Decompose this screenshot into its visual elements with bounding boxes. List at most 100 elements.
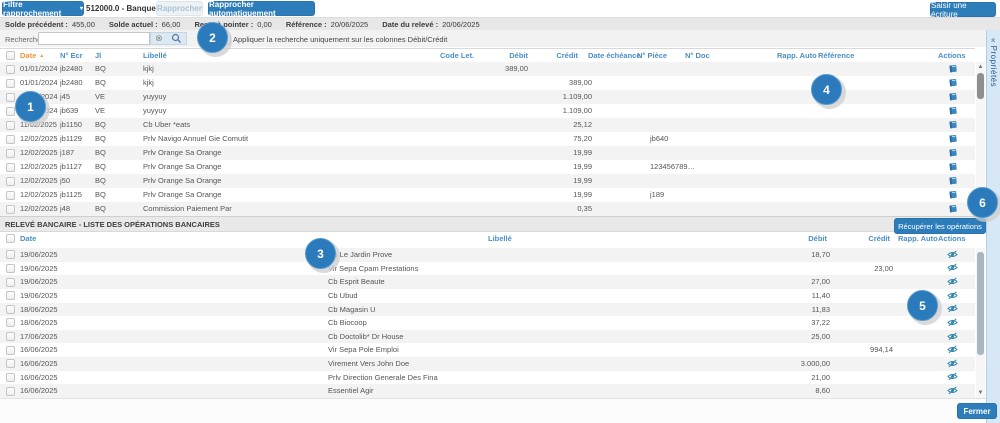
auto-match-button[interactable]: Rapprocher automatiquement xyxy=(208,1,315,16)
cell: jb2480 xyxy=(60,76,94,90)
column-header-date[interactable]: Date xyxy=(20,234,36,243)
cell: Prlv Navigo Annuel Gie Comutit xyxy=(143,132,433,146)
filter-reconciliation-label: Filtre rapprochement xyxy=(3,0,77,18)
row-checkbox[interactable] xyxy=(6,291,15,300)
row-checkbox[interactable] xyxy=(6,79,15,88)
row-checkbox[interactable] xyxy=(6,205,15,214)
row-checkbox[interactable] xyxy=(6,65,15,74)
close-button[interactable]: Fermer xyxy=(957,403,997,419)
row-checkbox[interactable] xyxy=(6,177,15,186)
stat-item: Date du relevé :20/06/2025 xyxy=(382,20,479,29)
cell: 25,12 xyxy=(530,118,592,132)
table-row[interactable]: 19/06/2025Cb Le Jardin Prove18,70 xyxy=(0,248,975,262)
view-entry-icon[interactable] xyxy=(948,204,958,216)
cell: VE xyxy=(95,104,119,118)
column-header-jl[interactable]: Jl xyxy=(95,51,101,60)
column-header-rapp-auto[interactable]: Rapp. Auto xyxy=(898,234,938,243)
row-checkbox[interactable] xyxy=(6,332,15,341)
cell: BQ xyxy=(95,146,119,160)
table-row[interactable]: 12/02/2025j187BQPrlv Orange Sa Orange19,… xyxy=(0,146,975,160)
cell: 18/06/2025 xyxy=(20,303,80,317)
table-row[interactable]: 19/06/2025Vir Sepa Cpam Prestations23,00 xyxy=(0,262,975,276)
cell: 27,00 xyxy=(770,275,830,289)
row-checkbox[interactable] xyxy=(6,373,15,382)
entries-scrollbar-thumb[interactable] xyxy=(977,73,984,99)
row-checkbox[interactable] xyxy=(6,387,15,396)
column-header-actions[interactable]: Actions xyxy=(938,234,966,243)
cell: 19/06/2025 xyxy=(20,262,80,276)
sort-asc-icon: ▲ xyxy=(39,53,44,59)
bank-reconciliation-window: Filtre rapprochement ▾ 512000.0 - Banque… xyxy=(0,0,1000,423)
fetch-operations-button[interactable]: Récupérer les opérations xyxy=(894,218,986,234)
table-row[interactable]: 01/01/2024jb639VEyuyyuy1.109,00 xyxy=(0,104,975,118)
table-row[interactable]: 16/06/2025Essentiel Agir8,60 xyxy=(0,384,975,398)
row-checkbox[interactable] xyxy=(6,278,15,287)
table-row[interactable]: 12/02/2025j50BQPrlv Orange Sa Orange19,9… xyxy=(0,174,975,188)
cell: 75,20 xyxy=(530,132,592,146)
clear-search-icon[interactable]: ⊗ xyxy=(155,34,163,43)
table-row[interactable]: 16/06/2025Prlv Direction Generale Des Fi… xyxy=(0,371,975,385)
row-checkbox[interactable] xyxy=(6,250,15,259)
column-header-rapp-auto[interactable]: Rapp. Auto xyxy=(777,51,817,60)
column-header-date-ch-ance[interactable]: Date échéance xyxy=(588,51,641,60)
cell: 19/06/2025 xyxy=(20,289,80,303)
cell: 21,00 xyxy=(770,371,830,385)
column-header-n-doc[interactable]: N° Doc xyxy=(685,51,710,60)
cell: 19,99 xyxy=(530,160,592,174)
row-checkbox[interactable] xyxy=(6,107,15,116)
table-row[interactable]: 17/06/2025Cb Doctolib* Dr House25,00 xyxy=(0,330,975,344)
cell: 23,00 xyxy=(833,262,893,276)
table-row[interactable]: 19/06/2025Cb Esprit Beaute27,00 xyxy=(0,275,975,289)
table-row[interactable]: 19/06/2025Cb Ubud11,40 xyxy=(0,289,975,303)
table-row[interactable]: 12/02/2025jb1125BQPrlv Orange Sa Orange1… xyxy=(0,188,975,202)
row-checkbox[interactable] xyxy=(6,149,15,158)
select-all-checkbox[interactable] xyxy=(6,234,15,243)
properties-panel-collapsed[interactable]: « Propriétés xyxy=(986,30,1000,423)
row-checkbox[interactable] xyxy=(6,359,15,368)
table-row[interactable]: 12/02/2025j48BQCommission Paiement Par0,… xyxy=(0,202,975,216)
column-header-date[interactable]: Date▲ xyxy=(20,51,44,60)
row-checkbox[interactable] xyxy=(6,93,15,102)
column-header-n-ecr[interactable]: N° Ecr xyxy=(60,51,83,60)
search-icon[interactable] xyxy=(171,33,182,44)
column-header-d-bit[interactable]: Débit xyxy=(767,234,827,243)
row-checkbox[interactable] xyxy=(6,318,15,327)
cell: 19,99 xyxy=(530,146,592,160)
column-header-n-pi-ce[interactable]: N° Pièce xyxy=(637,51,667,60)
cell: j187 xyxy=(60,146,94,160)
balance-summary-bar: Solde précédent :455,00Solde actuel :66,… xyxy=(0,17,1000,30)
search-input[interactable] xyxy=(38,32,150,45)
row-checkbox[interactable] xyxy=(6,191,15,200)
statement-scrollbar[interactable]: ▼ xyxy=(976,248,985,398)
column-header-cr-dit[interactable]: Crédit xyxy=(518,51,578,60)
row-checkbox[interactable] xyxy=(6,264,15,273)
column-header-libell-[interactable]: Libellé xyxy=(488,234,512,243)
table-row[interactable]: 16/06/2025Virement Vers John Doe3.000,00 xyxy=(0,357,975,371)
cell: Prlv Orange Sa Orange xyxy=(143,160,433,174)
filter-reconciliation-button[interactable]: Filtre rapprochement ▾ xyxy=(2,1,84,16)
table-row[interactable]: 11/02/2025jb1150BQCb Uber *eats25,12 xyxy=(0,118,975,132)
column-header-actions[interactable]: Actions xyxy=(938,51,966,60)
row-checkbox[interactable] xyxy=(6,135,15,144)
table-row[interactable]: 18/06/2025Cb Magasin U11,83 xyxy=(0,303,975,317)
column-header-libell-[interactable]: Libellé xyxy=(143,51,167,60)
cell: 16/06/2025 xyxy=(20,357,80,371)
scroll-down-icon[interactable]: ▼ xyxy=(976,390,985,397)
column-header-cr-dit[interactable]: Crédit xyxy=(830,234,890,243)
table-row[interactable]: 12/02/2025jb1129BQPrlv Navigo Annuel Gie… xyxy=(0,132,975,146)
table-row[interactable]: 18/06/2025Cb Biocoop37,22 xyxy=(0,316,975,330)
row-checkbox[interactable] xyxy=(6,121,15,130)
table-row[interactable]: 16/06/2025Vir Sepa Pole Emploi994,14 xyxy=(0,343,975,357)
row-checkbox[interactable] xyxy=(6,305,15,314)
annotation-badge-5: 5 xyxy=(907,290,938,321)
scroll-up-icon[interactable]: ▲ xyxy=(976,64,985,71)
properties-panel-label: « Propriétés xyxy=(989,38,998,87)
row-checkbox[interactable] xyxy=(6,163,15,172)
column-header-r-f-rence[interactable]: Référence xyxy=(818,51,854,60)
table-row[interactable]: 12/02/2025jb1127BQPrlv Orange Sa Orange1… xyxy=(0,160,975,174)
statement-scrollbar-thumb[interactable] xyxy=(977,252,984,355)
new-entry-button[interactable]: Saisir une écriture xyxy=(930,2,996,17)
ignore-operation-icon[interactable] xyxy=(947,386,958,398)
row-checkbox[interactable] xyxy=(6,346,15,355)
select-all-checkbox[interactable] xyxy=(6,51,15,60)
